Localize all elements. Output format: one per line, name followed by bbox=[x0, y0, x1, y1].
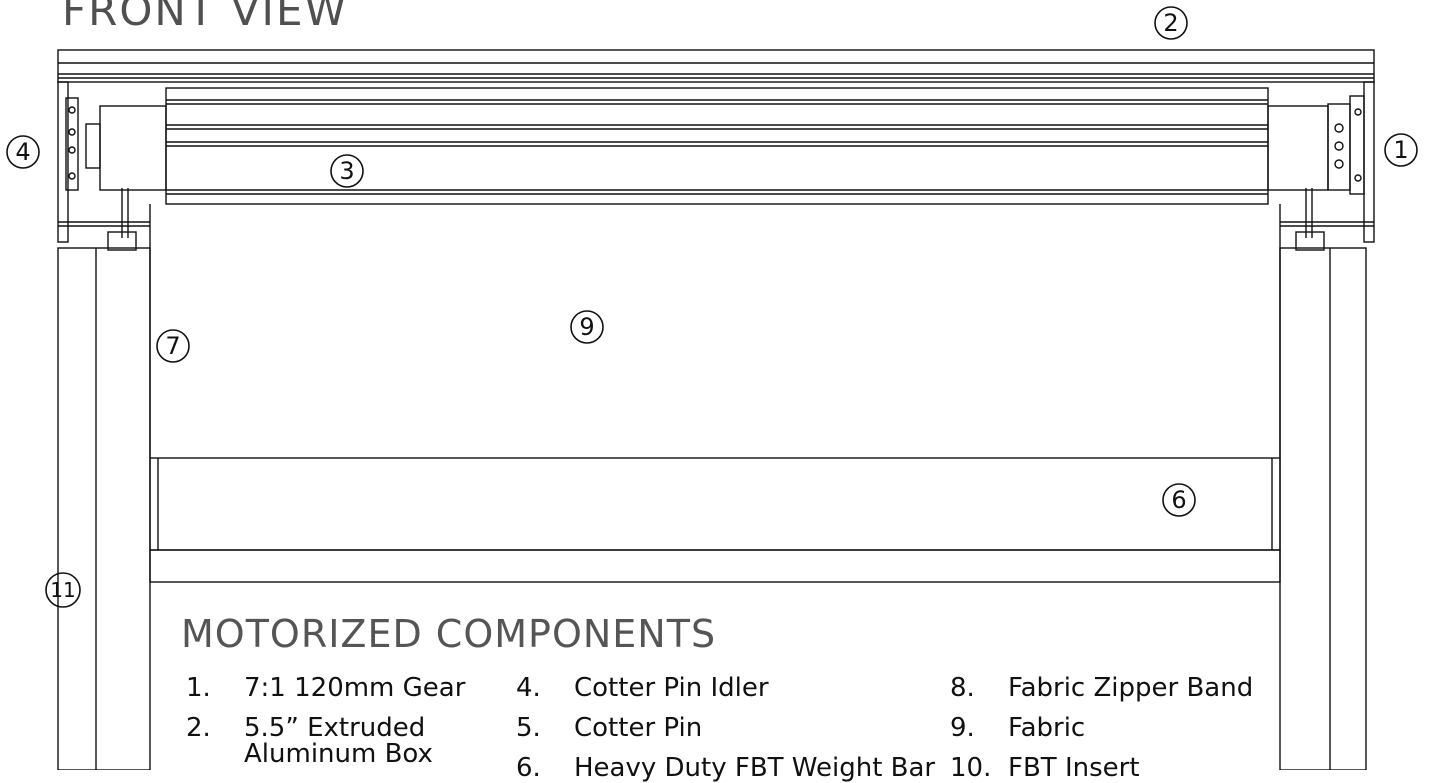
legend-title: MOTORIZED COMPONENTS bbox=[181, 612, 717, 656]
legend-item-number: 5. bbox=[516, 713, 541, 743]
svg-text:6: 6 bbox=[1171, 486, 1186, 514]
legend-item-label-line2: Aluminum Box bbox=[244, 739, 433, 769]
callout-2: 2 bbox=[1154, 6, 1188, 40]
svg-text:2: 2 bbox=[1163, 9, 1178, 37]
box-end-right bbox=[1363, 81, 1375, 243]
svg-text:3: 3 bbox=[339, 157, 354, 185]
callout-4: 4 bbox=[6, 135, 40, 169]
legend-item: 6. Heavy Duty FBT Weight Bar bbox=[516, 753, 935, 783]
legend-item: 10. FBT Insert bbox=[950, 753, 1140, 783]
motor-gear-assembly-right bbox=[1267, 95, 1365, 251]
legend-item-label: FBT Insert bbox=[1008, 753, 1140, 783]
side-track-right bbox=[1279, 247, 1367, 770]
roller-tube bbox=[165, 87, 1269, 205]
legend-item-label: Fabric bbox=[1008, 713, 1086, 743]
legend-item-label: Cotter Pin bbox=[574, 713, 703, 743]
legend-item-number: 1. bbox=[186, 673, 211, 703]
legend-item-label: 7:1 120mm Gear bbox=[244, 673, 466, 703]
svg-text:1: 1 bbox=[1393, 136, 1408, 164]
svg-text:7: 7 bbox=[165, 332, 180, 360]
svg-text:11: 11 bbox=[50, 578, 75, 602]
svg-text:4: 4 bbox=[15, 138, 30, 166]
idler-assembly-left bbox=[65, 97, 167, 251]
legend-item: 2. 5.5” Extruded Aluminum Box bbox=[186, 713, 433, 769]
legend-item-number: 2. bbox=[186, 713, 211, 743]
callout-1: 1 bbox=[1384, 133, 1418, 167]
legend-item-label: Cotter Pin Idler bbox=[574, 673, 769, 703]
weight-bar bbox=[149, 457, 1281, 583]
legend-item: 8. Fabric Zipper Band bbox=[950, 673, 1253, 703]
page-title: FRONT VIEW bbox=[62, 0, 349, 35]
legend-item-label: Fabric Zipper Band bbox=[1008, 673, 1254, 703]
side-track-left bbox=[57, 247, 151, 770]
callout-6: 6 bbox=[1162, 483, 1196, 517]
legend-item: 1. 7:1 120mm Gear bbox=[186, 673, 465, 703]
legend-item-number: 9. bbox=[950, 713, 975, 743]
aluminum-box-top bbox=[57, 49, 1375, 83]
callout-7: 7 bbox=[156, 329, 190, 363]
legend-item: 5. Cotter Pin bbox=[516, 713, 702, 743]
legend-item-number: 6. bbox=[516, 753, 541, 783]
callout-9: 9 bbox=[570, 310, 604, 344]
legend-item-number: 4. bbox=[516, 673, 541, 703]
legend-item-label: Heavy Duty FBT Weight Bar bbox=[574, 753, 936, 783]
callout-11: 11 bbox=[45, 572, 81, 608]
legend-item: 4. Cotter Pin Idler bbox=[516, 673, 769, 703]
legend-item-number: 10. bbox=[950, 753, 992, 783]
legend-item-number: 8. bbox=[950, 673, 975, 703]
svg-text:9: 9 bbox=[579, 313, 594, 341]
legend-item: 9. Fabric bbox=[950, 713, 1085, 743]
callout-3: 3 bbox=[330, 154, 364, 188]
